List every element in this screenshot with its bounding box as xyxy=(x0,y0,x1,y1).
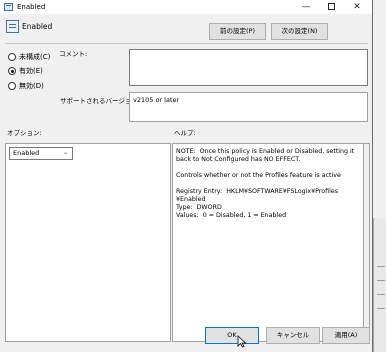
minimize-button[interactable]: — xyxy=(293,0,319,14)
mouse-cursor-icon xyxy=(237,335,247,348)
cancel-button[interactable]: キャンセル xyxy=(266,327,320,344)
radio-circle[interactable] xyxy=(8,53,16,61)
setting-icon xyxy=(6,20,19,33)
radio-circle[interactable] xyxy=(8,82,16,90)
radio-label: 有効(E) xyxy=(19,67,43,75)
radio-enabled[interactable]: 有効(E) xyxy=(8,66,43,76)
maximize-icon xyxy=(327,3,335,10)
radio-disabled[interactable]: 無効(D) xyxy=(8,81,44,91)
comment-label: コメント: xyxy=(59,50,88,58)
radio-label: 未構成(C) xyxy=(19,53,51,61)
help-label: ヘルプ: xyxy=(174,129,196,137)
ok-button[interactable]: OK xyxy=(205,327,259,344)
policy-icon xyxy=(4,3,13,11)
comment-textarea[interactable] xyxy=(129,49,368,86)
window-title: Enabled xyxy=(17,3,46,11)
apply-button[interactable]: 適用(A) xyxy=(322,327,370,344)
previous-setting-button[interactable]: 前の設定(P) xyxy=(209,23,266,40)
radio-label: 無効(D) xyxy=(19,82,44,90)
close-button[interactable]: ✕ xyxy=(344,0,370,14)
background-window xyxy=(373,218,386,352)
next-setting-button[interactable]: 次の設定(N) xyxy=(271,23,328,40)
setting-title: Enabled xyxy=(22,22,53,31)
supported-on-value: v2105 or later xyxy=(133,96,180,104)
options-label: オプション: xyxy=(7,129,42,137)
radio-not-configured[interactable]: 未構成(C) xyxy=(8,52,50,62)
chevron-down-icon[interactable]: ⌄ xyxy=(63,149,68,156)
options-panel xyxy=(5,143,171,342)
maximize-button[interactable] xyxy=(318,0,344,14)
help-scrollbar[interactable] xyxy=(364,143,370,342)
header-divider xyxy=(5,43,368,44)
help-text: NOTE: Once this policy is Enabled or Dis… xyxy=(176,148,355,219)
radio-circle-checked[interactable] xyxy=(8,67,16,75)
